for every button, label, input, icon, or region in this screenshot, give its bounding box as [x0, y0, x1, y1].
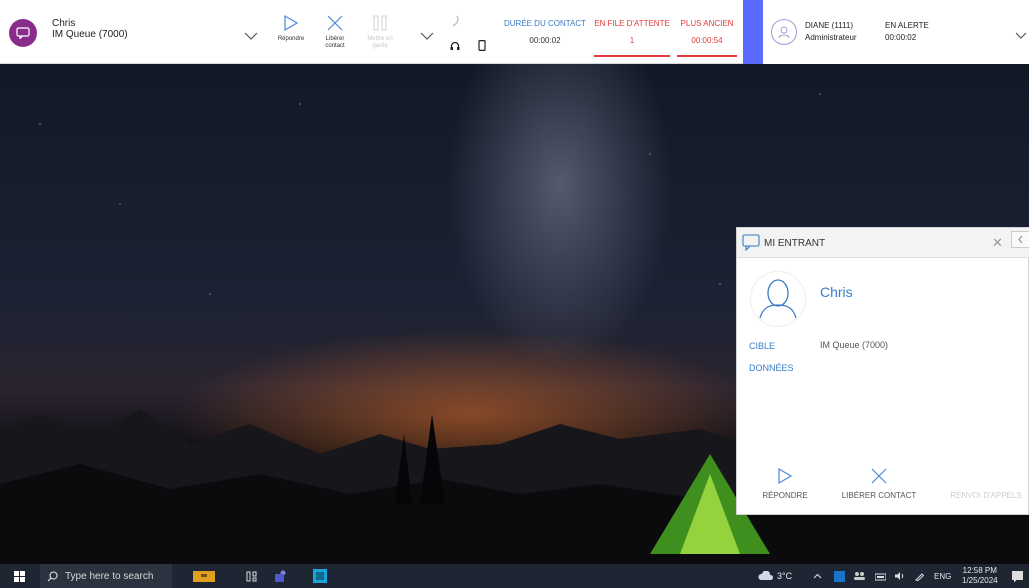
popup-header: MI ENTRANT ✕: [737, 228, 1029, 258]
network-icon[interactable]: [875, 564, 886, 588]
queue-value: 1: [629, 36, 635, 45]
more-actions-chevron-icon[interactable]: [420, 28, 434, 40]
mobile-icon[interactable]: [478, 38, 486, 56]
windows-start-icon[interactable]: [14, 564, 25, 588]
notification-icon[interactable]: [1011, 564, 1024, 588]
app-icon[interactable]: [313, 564, 327, 588]
windows-taskbar: Type here to search 3°C ENG 12:58 PM 1/2…: [0, 564, 1029, 588]
popup-title: MI ENTRANT: [764, 238, 826, 249]
release-label-1: Libérer: [325, 36, 345, 42]
taskbar-search-box[interactable]: Type here to search: [40, 564, 172, 588]
popup-contact-name: Chris: [820, 284, 853, 300]
file-explorer-icon[interactable]: [193, 564, 215, 588]
play-icon: [778, 467, 793, 485]
active-contact[interactable]: Chris IM Queue (7000): [52, 18, 128, 40]
release-label-2: contact: [325, 43, 345, 49]
clock-time: 12:58 PM: [962, 566, 997, 575]
user-icon: [771, 19, 797, 45]
answer-label: Répondre: [277, 36, 305, 42]
chevron-up-icon[interactable]: [813, 564, 822, 588]
play-icon: [284, 14, 299, 32]
task-view-icon[interactable]: [246, 564, 258, 588]
language-indicator[interactable]: ENG: [934, 564, 951, 588]
forward-calls-button[interactable]: RENVOI D'APPELS: [942, 467, 1029, 500]
pen-icon[interactable]: [915, 564, 925, 588]
weather-cloud-icon[interactable]: [758, 564, 774, 588]
duration-value: 00:00:02: [529, 36, 561, 45]
people-tray-icon[interactable]: [853, 564, 866, 588]
chat-bubble-icon: [742, 234, 760, 256]
queue-count: EN FILE D'ATTENTE 1: [594, 19, 670, 46]
queue-label: EN FILE D'ATTENTE: [594, 19, 670, 28]
agent-role: Administrateur: [805, 33, 857, 42]
phone-icon[interactable]: [450, 14, 460, 32]
chevron-down-icon[interactable]: [244, 28, 258, 40]
chat-avatar-icon: [9, 19, 37, 47]
pause-icon: [373, 15, 387, 31]
search-placeholder: Type here to search: [65, 570, 154, 582]
agent-status-label: EN ALERTE: [885, 21, 929, 30]
close-x-icon: [871, 468, 887, 484]
target-value: IM Queue (7000): [820, 340, 889, 350]
close-icon: [327, 15, 343, 31]
headset-icon[interactable]: [450, 38, 460, 56]
queue-alert-underline: [594, 55, 670, 57]
agent-status-time: 00:00:02: [885, 33, 917, 42]
clock-date: 1/25/2024: [962, 576, 998, 585]
hold-button[interactable]: Mettre en garde: [360, 14, 400, 50]
oldest-contact: PLUS ANCIEN 00:00:54: [677, 19, 737, 46]
contact-avatar-icon: [750, 271, 806, 327]
release-im-button[interactable]: LIBÉRER CONTACT: [839, 467, 919, 500]
volume-icon[interactable]: [894, 564, 906, 588]
weather-temperature[interactable]: 3°C: [777, 564, 792, 588]
data-tab[interactable]: DONNÉES: [749, 363, 794, 373]
oldest-value: 00:00:54: [691, 36, 723, 45]
close-icon[interactable]: ✕: [992, 235, 1003, 251]
outlook-tray-icon[interactable]: [834, 564, 845, 588]
call-toolbar: Chris IM Queue (7000) Répondre Libérer c…: [0, 0, 1029, 64]
agent-name: DIANE (1111): [805, 21, 854, 30]
hold-label-2: garde: [372, 43, 388, 49]
contact-name: Chris: [52, 18, 76, 29]
contact-queue: IM Queue (7000): [52, 29, 128, 40]
answer-im-label: RÉPONDRE: [762, 491, 808, 500]
agent-status-strip: [743, 0, 763, 64]
duration-label: DURÉE DU CONTACT: [503, 19, 587, 28]
teams-icon[interactable]: [274, 564, 288, 588]
collapse-button[interactable]: [1011, 231, 1029, 248]
answer-im-button[interactable]: RÉPONDRE: [755, 467, 815, 500]
target-label: CIBLE: [749, 341, 776, 351]
release-contact-button[interactable]: Libérer contact: [315, 14, 355, 50]
hold-label-1: Mettre en: [367, 36, 393, 42]
contact-duration: DURÉE DU CONTACT 00:00:02: [503, 19, 587, 46]
forward-calls-label: RENVOI D'APPELS: [950, 491, 1022, 500]
search-icon: [47, 570, 58, 581]
release-im-label: LIBÉRER CONTACT: [841, 491, 917, 500]
answer-button[interactable]: Répondre: [271, 14, 311, 43]
incoming-im-popup: MI ENTRANT ✕ Chris CIBLE IM Queue (7000)…: [736, 227, 1029, 515]
clock[interactable]: 12:58 PM 1/25/2024: [962, 564, 998, 588]
agent-chevron-down-icon[interactable]: [1015, 28, 1029, 39]
oldest-alert-underline: [677, 55, 737, 57]
agent-panel[interactable]: DIANE (1111) Administrateur EN ALERTE 00…: [763, 0, 1029, 64]
oldest-label: PLUS ANCIEN: [680, 19, 734, 28]
